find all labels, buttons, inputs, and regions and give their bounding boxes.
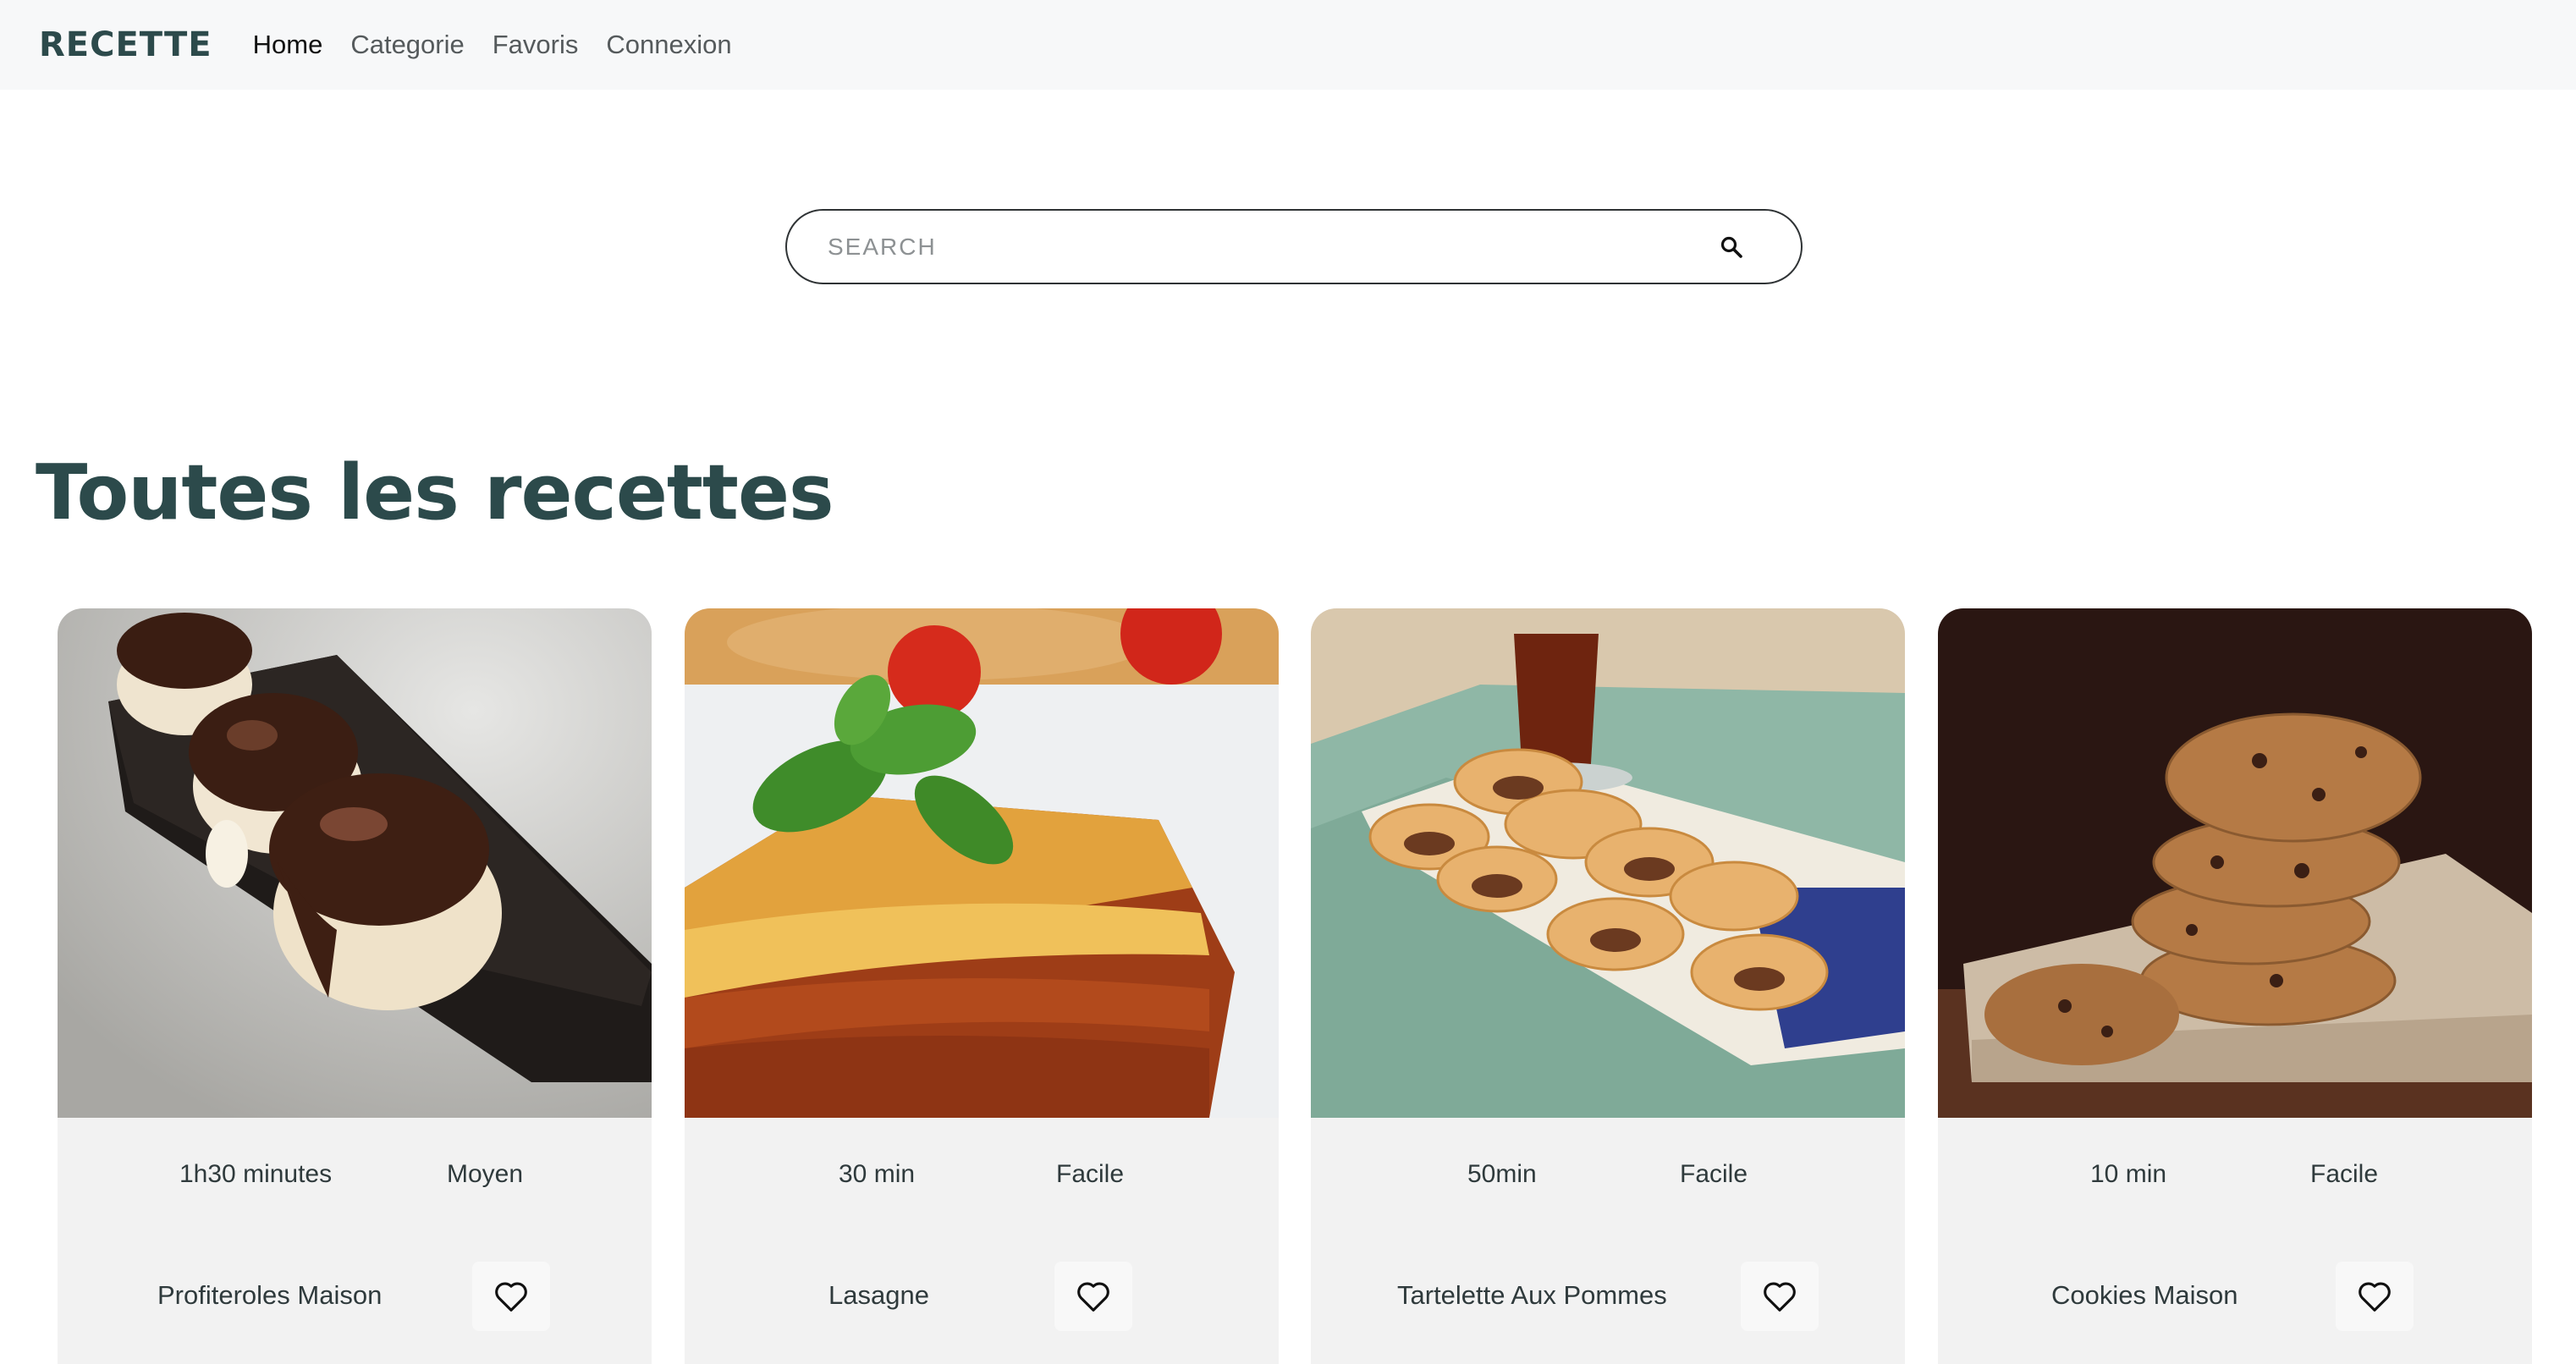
nav-link-categorie[interactable]: Categorie <box>350 30 464 60</box>
brand-logo[interactable]: RECETTE <box>39 25 212 64</box>
recipe-footer: Profiteroles Maison <box>58 1236 652 1364</box>
nav-link-favoris[interactable]: Favoris <box>493 30 579 60</box>
favorite-button[interactable] <box>472 1262 550 1331</box>
heart-icon <box>495 1282 527 1312</box>
recipe-image[interactable] <box>1938 608 2532 1118</box>
recipe-image[interactable] <box>1311 608 1905 1118</box>
recipe-card[interactable]: 30 min Facile Lasagne <box>685 608 1279 1364</box>
search-icon[interactable] <box>1715 230 1748 264</box>
search-input[interactable] <box>828 233 1715 261</box>
heart-icon <box>1077 1282 1109 1312</box>
navbar: RECETTE Home Categorie Favoris Connexion <box>0 0 2576 90</box>
recipe-card[interactable]: 10 min Facile Cookies Maison <box>1938 608 2532 1364</box>
recipe-footer: Cookies Maison <box>1938 1236 2532 1364</box>
recipe-footer: Tartelette Aux Pommes <box>1311 1236 1905 1364</box>
recipe-footer: Lasagne <box>685 1236 1279 1364</box>
recipe-title[interactable]: Tartelette Aux Pommes <box>1397 1280 1667 1311</box>
favorite-button[interactable] <box>1054 1262 1132 1331</box>
recipe-difficulty: Moyen <box>447 1160 524 1188</box>
recipe-time: 50min <box>1467 1160 1537 1188</box>
recipe-difficulty: Facile <box>1680 1160 1748 1188</box>
recipe-title[interactable]: Cookies Maison <box>2051 1280 2238 1311</box>
recipe-image[interactable] <box>685 608 1279 1118</box>
recipe-title[interactable]: Profiteroles Maison <box>157 1280 382 1311</box>
recipe-meta: 10 min Facile <box>1938 1118 2532 1236</box>
nav-link-connexion[interactable]: Connexion <box>606 30 731 60</box>
recipe-time: 1h30 minutes <box>179 1160 333 1188</box>
recipe-meta: 30 min Facile <box>685 1118 1279 1236</box>
recipe-title[interactable]: Lasagne <box>828 1280 929 1311</box>
recipe-time: 30 min <box>839 1160 916 1188</box>
recipe-card[interactable]: 1h30 minutes Moyen Profiteroles Maison <box>58 608 652 1364</box>
heart-icon <box>2359 1282 2391 1312</box>
page-title: Toutes les recettes <box>36 448 834 537</box>
recipe-image[interactable] <box>58 608 652 1118</box>
recipe-meta: 50min Facile <box>1311 1118 1905 1236</box>
favorite-button[interactable] <box>2336 1262 2414 1331</box>
recipe-card[interactable]: 50min Facile Tartelette Aux Pommes <box>1311 608 1905 1364</box>
recipe-difficulty: Facile <box>2310 1160 2379 1188</box>
recipe-meta: 1h30 minutes Moyen <box>58 1118 652 1236</box>
recipe-difficulty: Facile <box>1056 1160 1125 1188</box>
heart-icon <box>1764 1282 1796 1312</box>
favorite-button[interactable] <box>1741 1262 1819 1331</box>
search-bar <box>785 209 1803 284</box>
recipe-grid: 1h30 minutes Moyen Profiteroles Maison 3… <box>58 608 2532 1364</box>
nav-link-home[interactable]: Home <box>253 30 323 60</box>
recipe-time: 10 min <box>2090 1160 2167 1188</box>
